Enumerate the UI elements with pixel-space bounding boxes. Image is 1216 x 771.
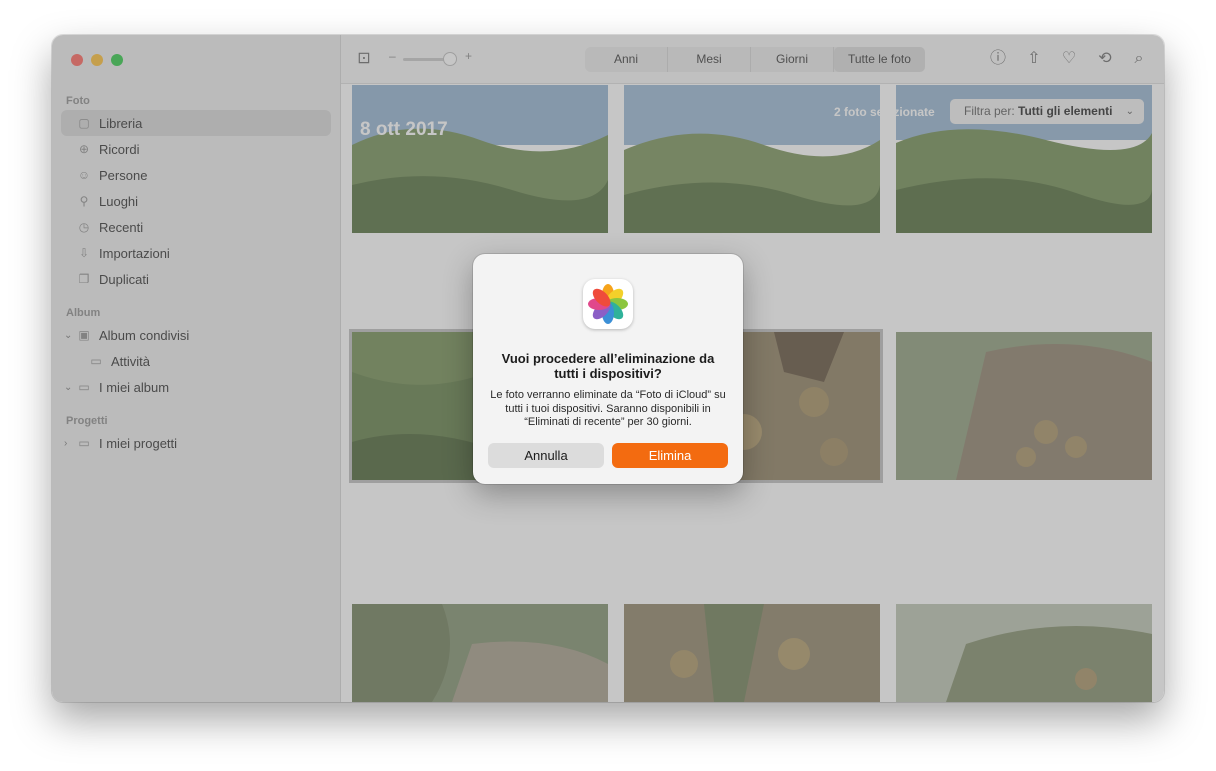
delete-confirmation-dialog: Vuoi procedere all’eliminazione da tutti… (473, 254, 743, 484)
cancel-button[interactable]: Annulla (488, 443, 604, 468)
dialog-message: Le foto verranno eliminate da “Foto di i… (490, 389, 726, 428)
delete-button[interactable]: Elimina (612, 443, 728, 468)
photos-app-icon (583, 279, 633, 329)
dialog-title: Vuoi procedere all’eliminazione da tutti… (501, 351, 715, 381)
